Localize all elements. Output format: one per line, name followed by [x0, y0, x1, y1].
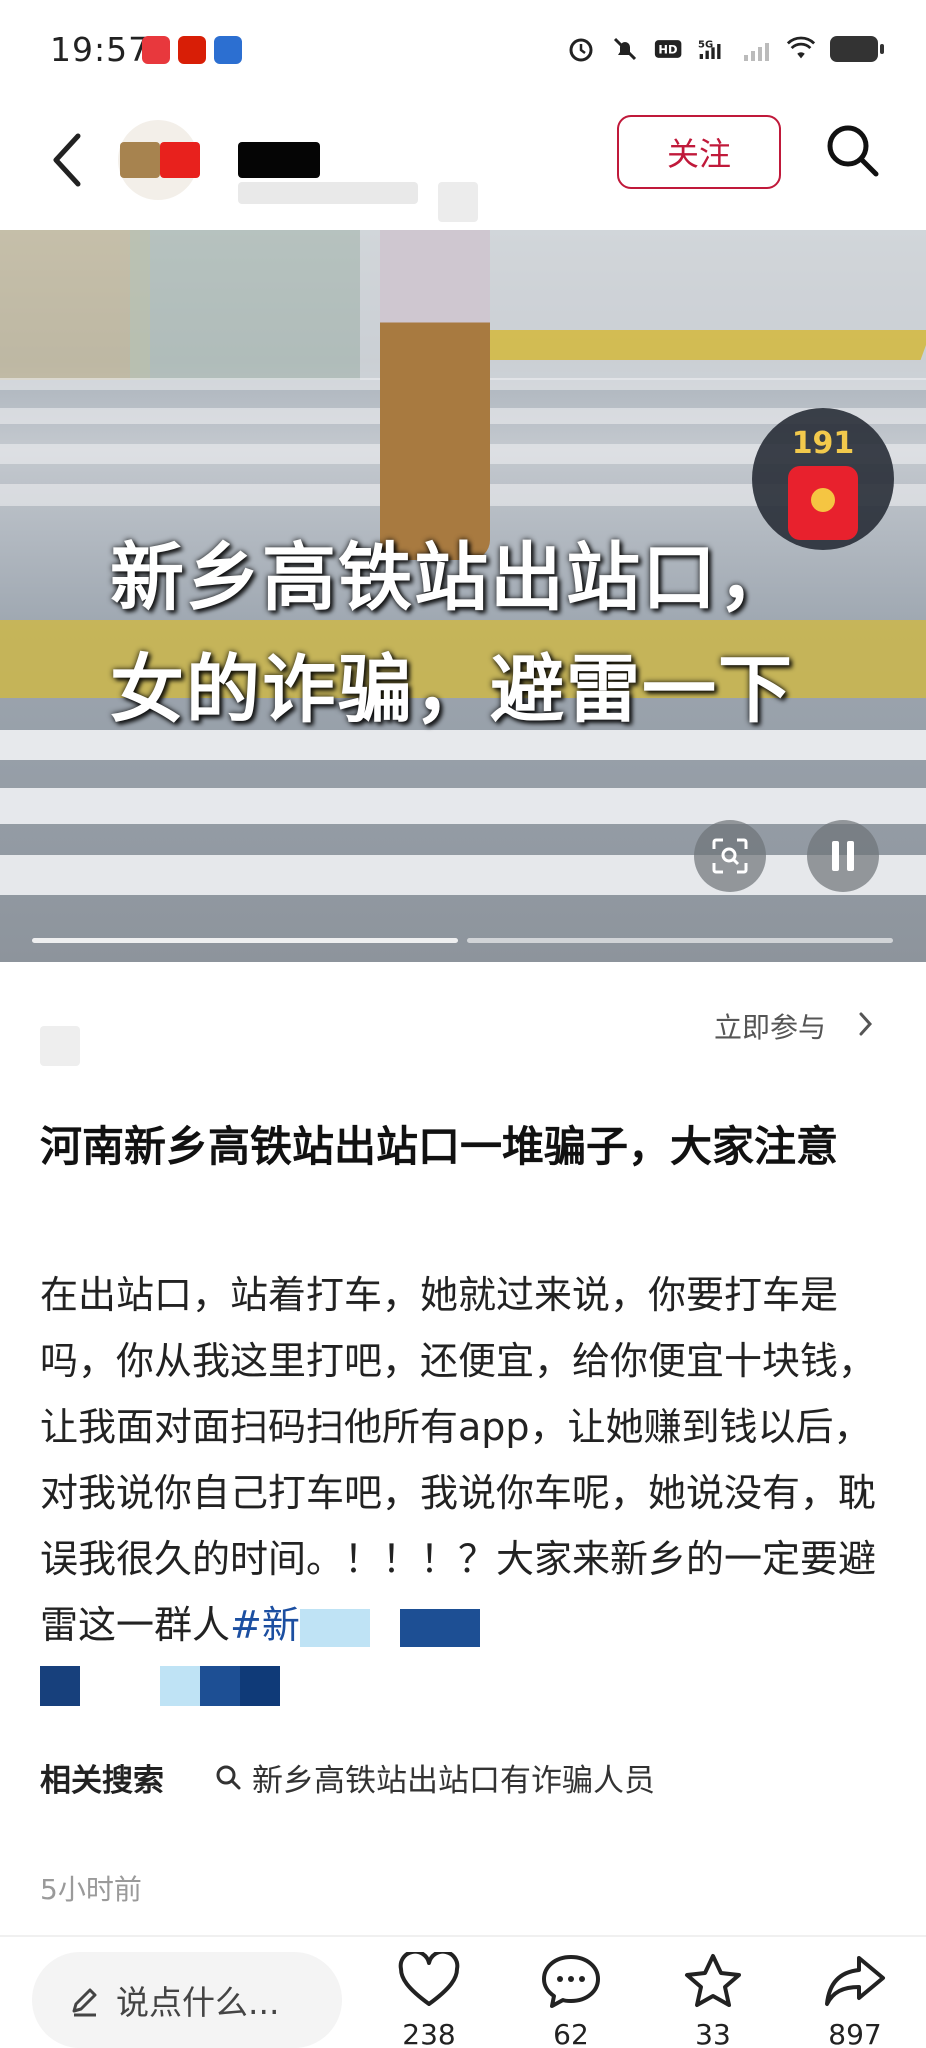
- join-now-link[interactable]: 立即参与: [714, 1006, 826, 1046]
- wifi-icon: [786, 34, 816, 64]
- back-button[interactable]: [44, 130, 94, 190]
- calendar-app-icon: [214, 36, 242, 64]
- like-button[interactable]: 238: [384, 1952, 474, 2048]
- scan-icon: [712, 838, 748, 874]
- video-scene: [130, 230, 360, 380]
- video-player[interactable]: 新乡高铁站出站口， 女的诈骗，避雷一下 191: [0, 230, 926, 962]
- comment-icon: [542, 1955, 600, 2008]
- video-scene: [474, 330, 926, 360]
- related-search-query-text: 新乡高铁站出站口有诈骗人员: [252, 1762, 655, 1799]
- bottom-action-bar: 说点什么... 238 62 33 897: [0, 1938, 926, 2048]
- search-icon: [216, 1765, 241, 1790]
- status-time: 19:57: [50, 30, 151, 69]
- signal-icon: [742, 34, 772, 64]
- battery-icon: [830, 36, 884, 62]
- share-count: 897: [828, 2018, 882, 2048]
- post-body-text: 在出站口，站着打车，她就过来说，你要打车是吗，你从我这里打吧，还便宜，给你便宜十…: [40, 1273, 877, 1647]
- favorite-count: 33: [695, 2018, 731, 2048]
- post-header: 关注: [0, 100, 926, 230]
- video-progress-segment-2[interactable]: [467, 938, 893, 943]
- share-arrow-icon: [825, 1956, 885, 2006]
- comment-input[interactable]: 说点什么...: [32, 1952, 342, 2048]
- related-search-query[interactable]: 新乡高铁站出站口有诈骗人员: [214, 1755, 655, 1800]
- svg-text:HD: HD: [658, 42, 677, 56]
- status-app-icons: [142, 36, 242, 64]
- favorite-button[interactable]: 33: [668, 1952, 758, 2048]
- activity-icon-blur: [40, 1026, 80, 1066]
- like-count: 238: [402, 2018, 456, 2048]
- svg-text:5G: 5G: [698, 39, 713, 50]
- heart-icon: [398, 1952, 460, 2006]
- red-packet-button[interactable]: 191: [752, 408, 894, 550]
- status-bar: 19:57 HD 5G: [0, 0, 926, 100]
- red-packet-count: 191: [791, 426, 855, 461]
- tmall-app-icon: [178, 36, 206, 64]
- hashtag-blur: [399, 1608, 480, 1647]
- author-sub-blur: [238, 182, 418, 204]
- hashtag-link[interactable]: #新: [230, 1603, 300, 1647]
- share-button[interactable]: 897: [810, 1952, 900, 2048]
- star-icon: [685, 1954, 741, 2007]
- author-name-blur: [238, 142, 320, 178]
- follow-button[interactable]: 关注: [617, 115, 781, 189]
- search-icon: [827, 125, 879, 177]
- avatar-blur: [120, 142, 160, 178]
- author-sub-blur: [438, 182, 478, 222]
- toutiao-app-icon: [142, 36, 170, 64]
- avatar-blur: [160, 142, 200, 178]
- video-caption-line2: 女的诈骗，避雷一下: [110, 647, 794, 733]
- post-timestamp: 5小时前: [40, 1873, 142, 1906]
- pencil-icon: [72, 1988, 97, 2017]
- red-envelope-icon: [788, 466, 858, 540]
- video-scene: [0, 230, 150, 380]
- pause-icon: [832, 841, 854, 871]
- chevron-left-icon: [53, 133, 81, 187]
- search-button[interactable]: [822, 120, 882, 180]
- comment-placeholder: 说点什么...: [116, 1983, 280, 2022]
- video-caption-line1: 新乡高铁站出站口，: [110, 535, 794, 621]
- video-scene: [0, 855, 926, 895]
- hashtag-blur: [299, 1608, 370, 1647]
- related-search-label: 相关搜索: [40, 1762, 164, 1799]
- activity-banner[interactable]: 立即参与: [0, 998, 926, 1078]
- author-info[interactable]: [118, 120, 478, 222]
- alarm-icon: [566, 34, 596, 64]
- video-person: [380, 230, 490, 560]
- pause-button[interactable]: [807, 820, 879, 892]
- hashtag-blur-row: [40, 1666, 440, 1710]
- signal-5g-icon: 5G: [698, 34, 728, 64]
- comment-count: 62: [553, 2018, 589, 2048]
- divider: [0, 1935, 926, 1937]
- video-scene: [0, 788, 926, 824]
- chevron-right-icon: [856, 1006, 876, 1050]
- screen-recognize-button[interactable]: [694, 820, 766, 892]
- mute-icon: [610, 34, 640, 64]
- hd-icon: HD: [654, 34, 684, 64]
- post-title: 河南新乡高铁站出站口一堆骗子，大家注意: [40, 1122, 839, 1171]
- post-body: 在出站口，站着打车，她就过来说，你要打车是吗，你从我这里打吧，还便宜，给你便宜十…: [40, 1262, 890, 1658]
- related-search: 相关搜索 新乡高铁站出站口有诈骗人员: [40, 1752, 655, 1802]
- status-indicators: HD 5G: [566, 34, 884, 64]
- video-progress-segment-1[interactable]: [32, 938, 458, 943]
- comment-button[interactable]: 62: [526, 1952, 616, 2048]
